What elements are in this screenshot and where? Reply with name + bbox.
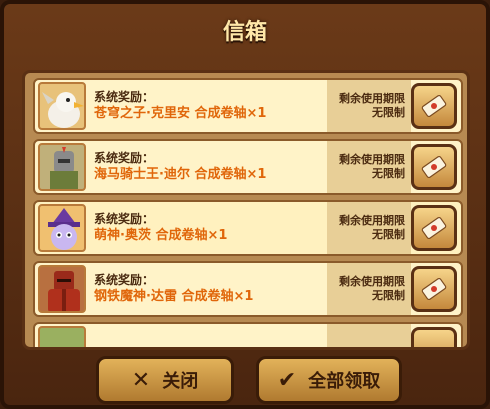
mail-row-title: 系统奖励： — [94, 212, 155, 226]
expiry-value: 无限制 — [372, 228, 405, 241]
mail-row[interactable]: 系统奖励： 海马骑士王·迪尔 合成卷轴×1 剩余使用期限 无限制 — [33, 139, 463, 195]
scroll-icon — [421, 277, 447, 301]
mail-row-title: 系统奖励： — [94, 90, 155, 104]
close-button[interactable]: ✕ 关闭 — [96, 356, 234, 404]
close-button-label: 关闭 — [162, 371, 199, 392]
claim-scroll-button[interactable] — [411, 327, 457, 347]
red-armor-avatar — [38, 265, 86, 313]
expiry-value: 无限制 — [372, 289, 405, 302]
expiry-info: 剩余使用期限 无限制 — [327, 80, 411, 132]
expiry-label: 剩余使用期限 — [339, 214, 405, 227]
expiry-info: 剩余使用期限 无限制 — [327, 141, 411, 193]
knight-avatar — [38, 143, 86, 191]
mail-row-item: 萌神·奥茨 合成卷轴×1 — [94, 228, 228, 243]
mail-row[interactable]: 系统奖励： 萌神·奥茨 合成卷轴×1 剩余使用期限 无限制 — [33, 200, 463, 256]
expiry-value: 无限制 — [372, 106, 405, 119]
checkmark-icon: ✔ — [277, 367, 297, 393]
expiry-info: 剩余使用期限 无限制 — [327, 202, 411, 254]
claim-scroll-button[interactable] — [411, 144, 457, 190]
witch-cat-avatar — [38, 204, 86, 252]
mail-list[interactable]: 系统奖励： 苍穹之子·克里安 合成卷轴×1 剩余使用期限 无限制 系统奖励： 海… — [22, 70, 470, 350]
griffin-avatar — [38, 82, 86, 130]
mail-row-item: 海马骑士王·迪尔 合成卷轴×1 — [94, 167, 267, 182]
claim-all-button-label: 全部领取 — [308, 371, 381, 392]
mail-row[interactable]: 系统奖励： 钢铁魔神·达雷 合成卷轴×1 剩余使用期限 无限制 — [33, 261, 463, 317]
mail-row[interactable] — [33, 322, 463, 347]
scroll-icon — [421, 216, 447, 240]
scroll-icon — [421, 155, 447, 179]
x-icon: ✕ — [131, 367, 151, 393]
mail-row-item: 苍穹之子·克里安 合成卷轴×1 — [94, 106, 267, 121]
expiry-label: 剩余使用期限 — [339, 275, 405, 288]
claim-scroll-button[interactable] — [411, 266, 457, 312]
mail-row-title: 系统奖励： — [94, 273, 155, 287]
partial-avatar — [38, 326, 86, 347]
scroll-icon — [421, 94, 447, 118]
expiry-value: 无限制 — [372, 167, 405, 180]
mail-row-title: 系统奖励： — [94, 151, 155, 165]
expiry-info: 剩余使用期限 无限制 — [327, 263, 411, 315]
claim-all-button[interactable]: ✔ 全部领取 — [256, 356, 402, 404]
mail-row-item: 钢铁魔神·达雷 合成卷轴×1 — [94, 289, 254, 304]
expiry-label: 剩余使用期限 — [339, 92, 405, 105]
expiry-info — [327, 324, 411, 347]
claim-scroll-button[interactable] — [411, 83, 457, 129]
mailbox-title: 信箱 — [222, 20, 267, 45]
claim-scroll-button[interactable] — [411, 205, 457, 251]
mail-row[interactable]: 系统奖励： 苍穹之子·克里安 合成卷轴×1 剩余使用期限 无限制 — [33, 78, 463, 134]
expiry-label: 剩余使用期限 — [339, 153, 405, 166]
